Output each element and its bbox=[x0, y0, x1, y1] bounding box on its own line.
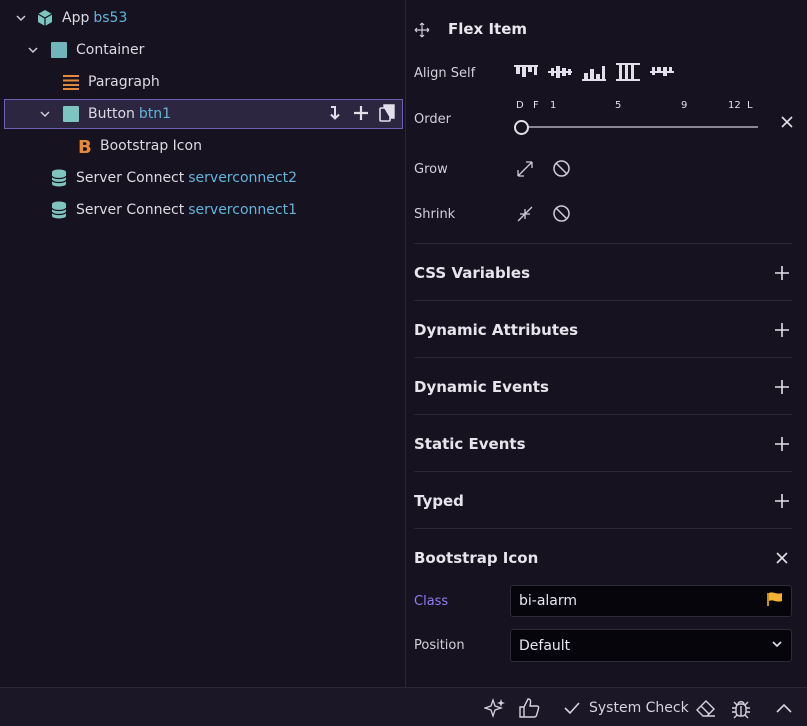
align-start-icon[interactable] bbox=[514, 62, 538, 86]
add-icon[interactable] bbox=[772, 263, 792, 283]
section-title: Static Events bbox=[414, 434, 526, 453]
class-label: Class bbox=[414, 594, 449, 609]
section-bootstrap-icon[interactable]: Bootstrap Icon bbox=[414, 528, 792, 586]
check-icon bbox=[564, 702, 580, 715]
paragraph-icon bbox=[62, 73, 80, 91]
shrink-diagonal-icon[interactable] bbox=[516, 205, 534, 227]
align-baseline-icon[interactable] bbox=[650, 62, 674, 86]
flag-icon[interactable] bbox=[767, 592, 783, 610]
add-icon[interactable] bbox=[772, 377, 792, 397]
tree-item-serverconnect2[interactable]: Server Connect serverconnect2 bbox=[0, 163, 405, 193]
order-tick-f: F bbox=[533, 100, 539, 111]
tree-item-id: btn1 bbox=[138, 106, 172, 122]
chevron-down-icon[interactable] bbox=[14, 11, 28, 25]
system-check-label: System Check bbox=[589, 700, 689, 716]
section-static-events[interactable]: Static Events bbox=[414, 414, 792, 472]
section-title: Bootstrap Icon bbox=[414, 548, 539, 567]
add-icon[interactable] bbox=[772, 320, 792, 340]
cube-icon bbox=[36, 9, 54, 27]
button-component-icon bbox=[62, 105, 80, 123]
system-check-button[interactable]: System Check bbox=[563, 697, 689, 719]
order-tick-9: 9 bbox=[681, 100, 688, 111]
bootstrap-b-icon: B bbox=[76, 137, 94, 155]
status-bar: System Check bbox=[0, 687, 807, 726]
order-tick-l: L bbox=[747, 100, 753, 111]
copy-icon[interactable] bbox=[378, 104, 396, 122]
section-title: Dynamic Events bbox=[414, 377, 549, 396]
expand-diagonal-icon[interactable] bbox=[516, 160, 534, 182]
position-select[interactable]: Default bbox=[510, 629, 792, 662]
tree-item-app[interactable]: App bs53 bbox=[0, 3, 405, 33]
class-input[interactable]: bi-alarm bbox=[510, 585, 792, 617]
chevron-down-icon[interactable] bbox=[26, 43, 40, 57]
container-icon bbox=[50, 41, 68, 59]
section-css-variables[interactable]: CSS Variables bbox=[414, 243, 792, 301]
row-actions bbox=[326, 104, 396, 122]
order-tick-12: 12 bbox=[728, 100, 741, 111]
tree-item-bootstrap-icon[interactable]: B Bootstrap Icon bbox=[0, 131, 405, 161]
close-icon[interactable] bbox=[781, 116, 793, 132]
move-arrows-icon bbox=[414, 22, 430, 42]
database-icon bbox=[50, 169, 68, 187]
move-down-icon[interactable] bbox=[326, 104, 344, 122]
tree-item-container[interactable]: Container bbox=[0, 35, 405, 65]
database-icon bbox=[50, 201, 68, 219]
align-stretch-icon[interactable] bbox=[616, 62, 640, 86]
tree-item-label: Button bbox=[88, 106, 135, 122]
align-self-options bbox=[514, 62, 674, 86]
class-input-value: bi-alarm bbox=[519, 593, 578, 609]
section-dynamic-attributes[interactable]: Dynamic Attributes bbox=[414, 300, 792, 358]
tree-item-paragraph[interactable]: Paragraph bbox=[0, 67, 405, 97]
flex-item-title: Flex Item bbox=[448, 20, 528, 38]
section-title: Typed bbox=[414, 491, 464, 510]
no-shrink-icon[interactable] bbox=[552, 204, 571, 227]
tree-item-label: App bbox=[62, 10, 90, 26]
thumbs-up-icon[interactable] bbox=[518, 697, 540, 719]
eraser-icon[interactable] bbox=[695, 697, 717, 719]
tree-item-label: Bootstrap Icon bbox=[100, 138, 202, 154]
section-dynamic-events[interactable]: Dynamic Events bbox=[414, 357, 792, 415]
chevron-down-icon[interactable] bbox=[38, 107, 52, 121]
shrink-label: Shrink bbox=[414, 207, 456, 222]
close-icon[interactable] bbox=[772, 548, 792, 568]
position-select-value: Default bbox=[519, 637, 571, 654]
order-slider-track[interactable] bbox=[520, 126, 758, 128]
add-icon[interactable] bbox=[772, 434, 792, 454]
add-icon[interactable] bbox=[772, 491, 792, 511]
tree-item-serverconnect1[interactable]: Server Connect serverconnect1 bbox=[0, 195, 405, 225]
tree-item-id: bs53 bbox=[93, 10, 128, 26]
chevron-down-icon bbox=[771, 638, 783, 654]
no-grow-icon[interactable] bbox=[552, 159, 571, 182]
order-slider-handle[interactable] bbox=[514, 120, 529, 135]
svg-text:B: B bbox=[78, 137, 92, 155]
section-title: Dynamic Attributes bbox=[414, 320, 579, 339]
tree-item-label: Server Connect bbox=[76, 170, 185, 186]
bug-icon[interactable] bbox=[730, 697, 752, 719]
position-label: Position bbox=[414, 638, 465, 653]
align-self-label: Align Self bbox=[414, 66, 476, 81]
section-typed[interactable]: Typed bbox=[414, 471, 792, 529]
sparkle-icon[interactable] bbox=[484, 697, 506, 719]
tree-item-label: Server Connect bbox=[76, 202, 185, 218]
tree-item-button[interactable]: Button btn1 bbox=[4, 99, 403, 129]
align-end-icon[interactable] bbox=[582, 62, 606, 86]
chevron-up-icon[interactable] bbox=[775, 697, 793, 719]
tree-item-label: Paragraph bbox=[88, 74, 160, 90]
component-tree: App bs53 Container Paragraph Button btn1… bbox=[0, 0, 406, 687]
section-title: CSS Variables bbox=[414, 263, 530, 282]
grow-label: Grow bbox=[414, 162, 448, 177]
tree-item-label: Container bbox=[76, 42, 145, 58]
tree-item-id: serverconnect1 bbox=[188, 202, 297, 218]
order-tick-d: D bbox=[516, 100, 524, 111]
order-label: Order bbox=[414, 112, 451, 127]
add-icon[interactable] bbox=[352, 104, 370, 122]
tree-item-id: serverconnect2 bbox=[188, 170, 297, 186]
order-tick-5: 5 bbox=[615, 100, 622, 111]
order-tick-1: 1 bbox=[550, 100, 557, 111]
align-center-icon[interactable] bbox=[548, 62, 572, 86]
